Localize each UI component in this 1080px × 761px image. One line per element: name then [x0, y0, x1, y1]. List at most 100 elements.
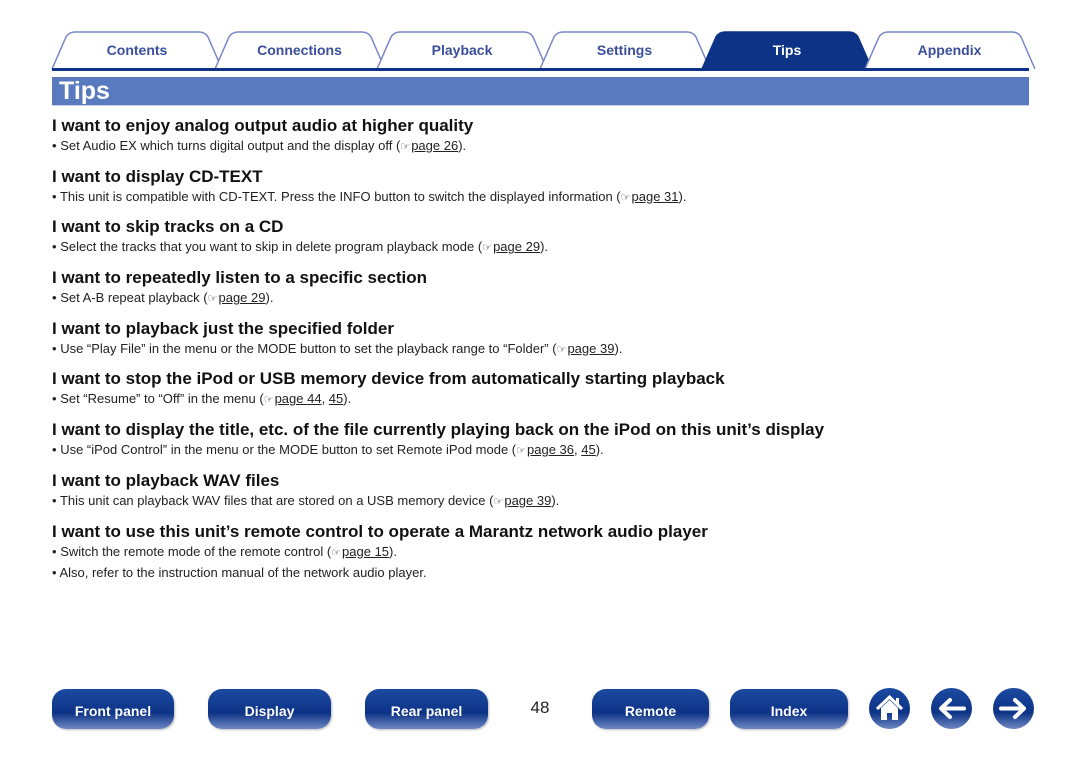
tab-label: Tips	[772, 42, 802, 58]
tip-heading: I want to display CD-TEXT	[52, 166, 263, 186]
tip-section: I want to stop the iPod or USB memory de…	[52, 369, 1032, 420]
page-link[interactable]: 45	[329, 391, 343, 406]
tips-content: I want to enjoy analog output audio at h…	[52, 116, 1032, 580]
pointing-hand-icon: ☞	[331, 546, 342, 559]
index-button[interactable]: Index	[730, 689, 848, 729]
home-icon	[875, 694, 904, 720]
bullet-text: This unit can playback WAV files that ar…	[59, 492, 494, 508]
back-button[interactable]	[931, 688, 972, 729]
tab-playback[interactable]: Playback	[374, 31, 550, 69]
bullet-marker: •	[52, 564, 57, 580]
pointing-hand-icon: ☞	[400, 141, 411, 153]
page-link[interactable]: page 44	[275, 391, 322, 406]
tab-contents[interactable]: Contents	[49, 31, 225, 69]
bullet-text-end: ).	[458, 138, 467, 153]
bullet-text: Set A-B repeat playback (	[60, 290, 208, 306]
rear-panel-button[interactable]: Rear panel	[365, 689, 488, 729]
tip-bullet: • Use “iPod Control” in the menu or the …	[52, 440, 1032, 461]
tip-heading: I want to display the title, etc. of the…	[52, 420, 825, 440]
tip-heading: I want to stop the iPod or USB memory de…	[52, 369, 725, 389]
bullet-text-end: ).	[343, 391, 352, 407]
tab-appendix[interactable]: Appendix	[862, 31, 1038, 69]
pointing-hand-icon: ☞	[263, 394, 274, 407]
tab-connections[interactable]: Connections	[212, 31, 388, 69]
tab-label: Appendix	[917, 42, 982, 58]
tab-underline	[52, 68, 1029, 71]
tip-section: I want to enjoy analog output audio at h…	[52, 116, 1032, 167]
bullet-text: Set Audio EX which turns digital output …	[60, 138, 401, 153]
tip-bullet: • Set “Resume” to “Off” in the menu (☞pa…	[52, 389, 1032, 410]
tip-bullet: • This unit is compatible with CD-TEXT. …	[52, 187, 1032, 208]
page-link[interactable]: page 29	[493, 239, 540, 254]
tip-bullet: • Use “Play File” in the menu or the MOD…	[52, 339, 1032, 360]
tab-label: Settings	[596, 42, 653, 58]
tip-section: I want to playback WAV files • This unit …	[52, 471, 1032, 522]
page-link[interactable]: page 15	[342, 544, 389, 559]
forward-button[interactable]	[993, 688, 1034, 729]
title-bar: Tips	[52, 77, 1029, 106]
remote-button[interactable]: Remote	[592, 689, 709, 729]
bullet-text-end: ).	[595, 442, 604, 458]
tip-heading: I want to skip tracks on a CD	[52, 217, 284, 237]
tip-section: I want to skip tracks on a CD • Select th…	[52, 217, 1032, 268]
bullet-marker: •	[52, 290, 57, 306]
tip-section: I want to repeatedly listen to a specifi…	[52, 268, 1032, 319]
bullet-text-end: ).	[265, 290, 274, 306]
pointing-hand-icon: ☞	[493, 495, 504, 508]
bullet-marker: •	[52, 492, 57, 508]
front-panel-button[interactable]: Front panel	[52, 689, 174, 729]
pointing-hand-icon: ☞	[207, 293, 218, 306]
tip-heading: I want to use this unit’s remote control…	[52, 521, 708, 541]
bullet-marker: •	[52, 239, 57, 255]
bullet-text-end: ).	[678, 188, 687, 204]
bullet-marker: •	[52, 543, 57, 559]
tab-tips[interactable]: Tips	[699, 31, 875, 69]
tab-bar: Contents Connections Playback Settings Tips A…	[49, 31, 1036, 69]
tip-heading: I want to playback just the specified fo…	[52, 318, 394, 338]
tip-bullet: • Set A-B repeat playback (☞page 29).	[52, 288, 1032, 309]
tip-section: I want to display CD-TEXT • This unit is …	[52, 167, 1032, 218]
bullet-marker: •	[52, 442, 57, 458]
tip-heading: I want to enjoy analog output audio at h…	[52, 116, 474, 135]
page-title: Tips	[59, 77, 110, 105]
tip-section: I want to display the title, etc. of the…	[52, 420, 1032, 471]
page-link[interactable]: page 31	[632, 189, 679, 204]
tip-bullet: • Select the tracks that you want to ski…	[52, 237, 1032, 258]
bullet-text: Select the tracks that you want to skip …	[60, 239, 483, 255]
bullet-marker: •	[52, 340, 57, 356]
tip-section: I want to use this unit’s remote control…	[52, 521, 1032, 580]
page-link[interactable]: page 39	[504, 493, 551, 508]
tip-bullet: • This unit can playback WAV files that …	[52, 491, 1032, 512]
page-link[interactable]: page 26	[411, 138, 458, 153]
tab-label: Connections	[257, 42, 342, 58]
bullet-text-end: ).	[389, 543, 397, 559]
link-separator: ,	[321, 391, 329, 407]
arrow-left-icon	[939, 698, 966, 719]
pointing-hand-icon: ☞	[516, 445, 526, 458]
tip-section: I want to playback just the specified fo…	[52, 319, 1032, 370]
tab-settings[interactable]: Settings	[537, 31, 713, 69]
tip-bullet: • Set Audio EX which turns digital outpu…	[52, 136, 1032, 157]
bullet-text-end: ).	[540, 239, 549, 255]
bullet-marker: •	[52, 391, 57, 407]
page-number: 48	[530, 698, 550, 717]
pointing-hand-icon: ☞	[556, 343, 567, 356]
arrow-right-icon	[999, 698, 1026, 719]
bullet-marker: •	[52, 188, 57, 204]
page-link[interactable]: page 29	[218, 290, 265, 305]
pointing-hand-icon: ☞	[620, 191, 631, 204]
bullet-text: Use “iPod Control” in the menu or the MO…	[60, 442, 517, 458]
tip-heading: I want to playback WAV files	[52, 470, 280, 490]
tip-heading: I want to repeatedly listen to a specifi…	[52, 268, 428, 288]
page-link[interactable]: 45	[581, 442, 595, 457]
tip-bullet: • Switch the remote mode of the remote c…	[52, 542, 1032, 563]
display-button[interactable]: Display	[208, 689, 331, 729]
bullet-text: This unit is compatible with CD-TEXT. Pr…	[59, 188, 621, 204]
page-link[interactable]: page 36	[527, 442, 574, 457]
bullet-text: Switch the remote mode of the remote con…	[60, 543, 332, 559]
bullet-text-end: ).	[614, 340, 623, 356]
page-link[interactable]: page 39	[567, 341, 614, 356]
home-button[interactable]	[869, 688, 910, 729]
pointing-hand-icon: ☞	[482, 242, 493, 255]
bullet-marker: •	[52, 138, 57, 153]
